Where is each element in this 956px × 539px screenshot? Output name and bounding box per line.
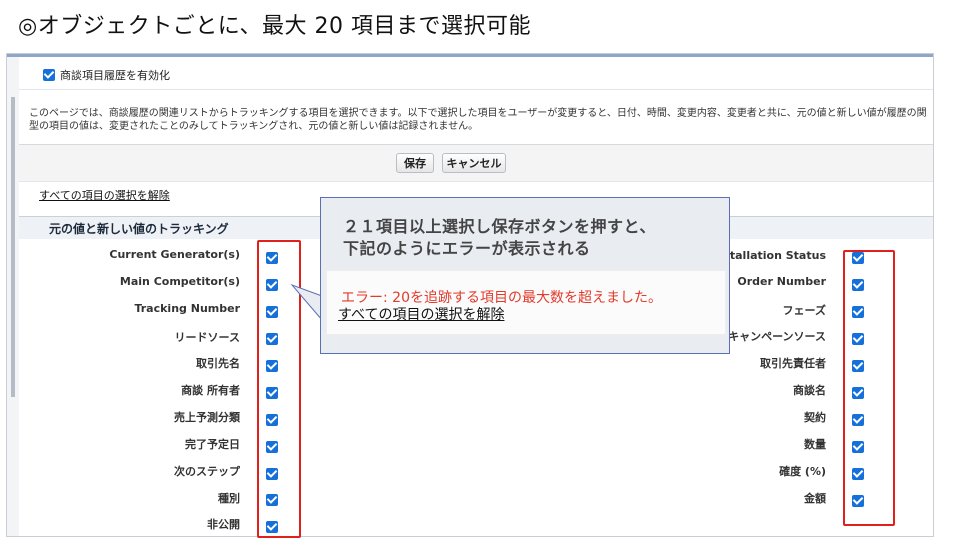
enable-history-row: 商談項目履歴を有効化 (43, 67, 170, 83)
section-title: 元の値と新しい値のトラッキング (49, 222, 229, 236)
description-line-2: 型の項目の値は、変更されたことのみしてトラッキングされ、元の値と新しい値は記録さ… (29, 121, 479, 132)
divider (19, 89, 933, 90)
callout-deselect-all-link[interactable]: すべての項目の選択を解除 (338, 304, 504, 324)
field-label: 商談名 (793, 384, 826, 397)
scrollbar-thumb[interactable] (11, 97, 15, 397)
field-label: リードソース (174, 331, 240, 344)
panel-top-border (7, 54, 933, 57)
field-label: 取引先責任者 (760, 357, 826, 370)
field-label: 主キャンペーンソース (717, 330, 826, 343)
field-label: Main Competitor(s) (119, 275, 240, 288)
slide-heading: ◎オブジェクトごとに、最大 20 項目まで選択可能 (18, 14, 532, 39)
field-label: フェーズ (782, 304, 826, 317)
field-label: 商談 所有者 (181, 384, 240, 397)
callout-line-2: 下記のようにエラーが表示される (343, 239, 591, 258)
save-button[interactable]: 保存 (396, 153, 434, 173)
field-label: 取引先名 (196, 357, 240, 370)
left-checkbox-highlight (257, 240, 301, 538)
field-label: Tracking Number (134, 302, 240, 315)
field-label: Order Number (737, 275, 826, 288)
description-line-1: このページでは、商談履歴の関連リストからトラッキングする項目を選択できます。以下… (29, 108, 927, 119)
error-callout: ２１項目以上選択し保存ボタンを押すと、 下記のようにエラーが表示される エラー:… (320, 197, 730, 354)
left-scroll-rail[interactable] (7, 57, 19, 536)
field-label: 完了予定日 (185, 438, 240, 451)
field-label: 契約 (804, 411, 826, 424)
callout-line-1: ２１項目以上選択し保存ボタンを押すと、 (343, 217, 656, 236)
field-label: 種別 (218, 492, 240, 505)
field-label: Current Generator(s) (109, 248, 240, 261)
cancel-button[interactable]: キャンセル (442, 153, 506, 173)
field-label: 金額 (804, 492, 826, 505)
field-label: 非公開 (207, 518, 240, 531)
page-description: このページでは、商談履歴の関連リストからトラッキングする項目を選択できます。以下… (29, 107, 929, 133)
button-bar: 保存 キャンセル (19, 144, 933, 182)
enable-history-label: 商談項目履歴を有効化 (60, 69, 170, 82)
field-label: 数量 (804, 438, 826, 451)
field-label: 売上予測分類 (174, 411, 240, 424)
field-label: 確度 (%) (779, 465, 826, 478)
enable-history-checkbox[interactable] (43, 69, 55, 81)
deselect-all-link[interactable]: すべての項目の選択を解除 (39, 187, 170, 203)
right-checkbox-highlight (843, 250, 895, 526)
error-message-box: エラー: 20を追跡する項目の最大数を超えました。 すべての項目の選択を解除 (326, 270, 726, 335)
field-label: 次のステップ (174, 465, 240, 478)
